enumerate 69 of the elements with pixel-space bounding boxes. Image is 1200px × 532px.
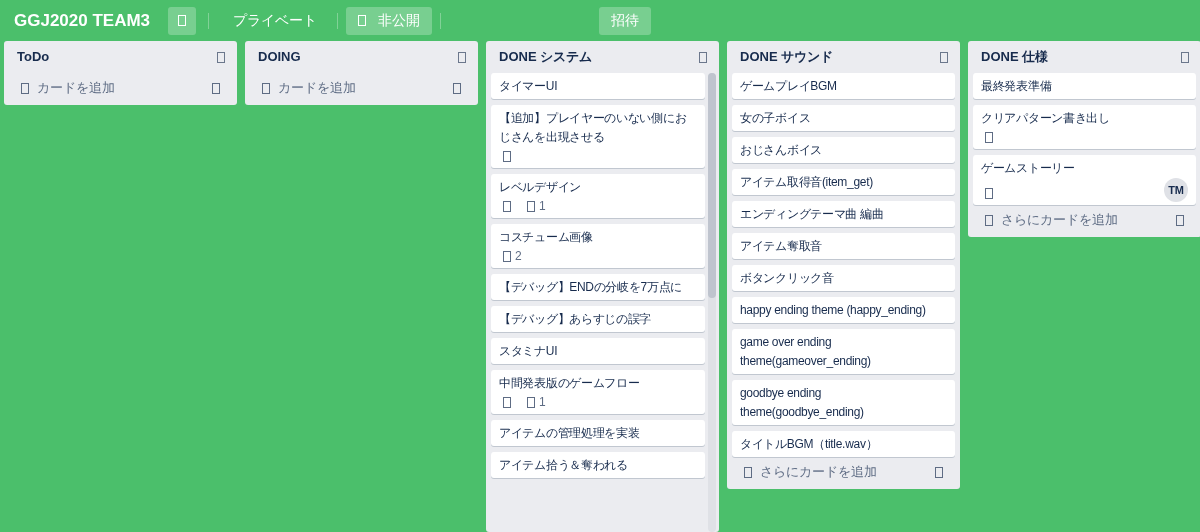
card-title: スタミナUI — [499, 343, 559, 360]
card[interactable]: 最終発表準備 — [973, 73, 1196, 99]
card-title: goodbye ending theme(goodbye_ending) — [740, 385, 865, 421]
list-title: ToDo — [17, 48, 50, 67]
card[interactable]: 【デバッグ】ENDの分岐を7万点に — [491, 274, 705, 300]
scrollbar-thumb[interactable] — [708, 73, 716, 298]
add-card-label: カードを追加 — [278, 79, 356, 98]
card-title: happy ending theme (happy_ending) — [740, 302, 927, 319]
card-title: ゲームストーリー — [981, 160, 1076, 177]
card-title: おじさんボイス — [740, 142, 823, 159]
member-avatar[interactable]: TM — [1164, 178, 1188, 202]
card[interactable]: アイテムの管理処理を実装 — [491, 420, 705, 446]
card-title: 最終発表準備 — [981, 78, 1053, 95]
star-button[interactable] — [168, 6, 197, 35]
add-card-button[interactable]: さらにカードを追加 — [973, 207, 1196, 233]
card[interactable]: 【追加】プレイヤーのいない側におじさんを出現させる — [491, 105, 705, 168]
card-title: タイマーUI — [499, 78, 559, 95]
card-title: アイテム取得音(item_get) — [740, 174, 874, 191]
card-title: アイテムの管理処理を実装 — [499, 425, 641, 442]
add-card-button[interactable]: カードを追加 — [9, 75, 232, 101]
card-title: game over ending theme(gameover_ending) — [740, 334, 872, 370]
card[interactable]: スタミナUI — [491, 338, 705, 364]
card-title: アイテム拾う＆奪われる — [499, 457, 629, 474]
card[interactable]: 女の子ボイス — [732, 105, 955, 131]
card-title: ゲームプレイBGM — [740, 78, 838, 95]
card[interactable]: アイテム拾う＆奪われる — [491, 452, 705, 478]
list-title: DONE システム — [499, 48, 593, 67]
badge-count: 2 — [515, 247, 522, 265]
card[interactable]: 中間発表版のゲームフロー 1 — [491, 370, 705, 414]
card[interactable]: アイテム奪取音 — [732, 233, 955, 259]
badge-count: 1 — [539, 197, 546, 215]
list-title: DOING — [258, 48, 301, 67]
card[interactable]: 【デバッグ】あらすじの誤字 — [491, 306, 705, 332]
add-card-label: さらにカードを追加 — [760, 463, 877, 482]
card[interactable]: goodbye ending theme(goodbye_ending) — [732, 380, 955, 425]
card-title: クリアパターン書き出し — [981, 110, 1111, 127]
card[interactable]: タイマーUI — [491, 73, 705, 99]
status-label: 非公開 — [378, 11, 421, 30]
card[interactable]: クリアパターン書き出し — [973, 105, 1196, 149]
card[interactable]: タイトルBGM（title.wav） — [732, 431, 955, 457]
card[interactable]: おじさんボイス — [732, 137, 955, 163]
card-title: 女の子ボイス — [740, 110, 812, 127]
scrollbar[interactable] — [708, 73, 716, 532]
list-title: DONE サウンド — [740, 48, 834, 67]
card-title: 【追加】プレイヤーのいない側におじさんを出現させる — [499, 110, 688, 146]
add-card-button[interactable]: さらにカードを追加 — [732, 459, 955, 485]
card-title: 【デバッグ】あらすじの誤字 — [499, 311, 653, 328]
card[interactable]: アイテム取得音(item_get) — [732, 169, 955, 195]
list-title: DONE 仕様 — [981, 48, 1049, 67]
card-title: 中間発表版のゲームフロー — [499, 375, 641, 392]
card[interactable]: コスチューム画像 2 — [491, 224, 705, 268]
add-card-button[interactable]: カードを追加 — [250, 75, 473, 101]
card[interactable]: エンディングテーマ曲 編曲 — [732, 201, 955, 227]
card-title: アイテム奪取音 — [740, 238, 823, 255]
card[interactable]: ゲームストーリー TM — [973, 155, 1196, 205]
card-title: エンディングテーマ曲 編曲 — [740, 206, 885, 223]
card[interactable]: happy ending theme (happy_ending) — [732, 297, 955, 323]
card[interactable]: ボタンクリック音 — [732, 265, 955, 291]
card-title: コスチューム画像 — [499, 229, 594, 246]
card-title: ボタンクリック音 — [740, 270, 835, 287]
card[interactable]: レベルデザイン 1 — [491, 174, 705, 218]
badge-count: 1 — [539, 393, 546, 411]
card-title: レベルデザイン — [499, 179, 582, 196]
card[interactable]: ゲームプレイBGM — [732, 73, 955, 99]
card-title: タイトルBGM（title.wav） — [740, 436, 879, 453]
card[interactable]: game over ending theme(gameover_ending) — [732, 329, 955, 374]
card-title: 【デバッグ】ENDの分岐を7万点に — [499, 279, 683, 296]
add-card-label: カードを追加 — [37, 79, 115, 98]
add-card-label: さらにカードを追加 — [1001, 211, 1118, 230]
